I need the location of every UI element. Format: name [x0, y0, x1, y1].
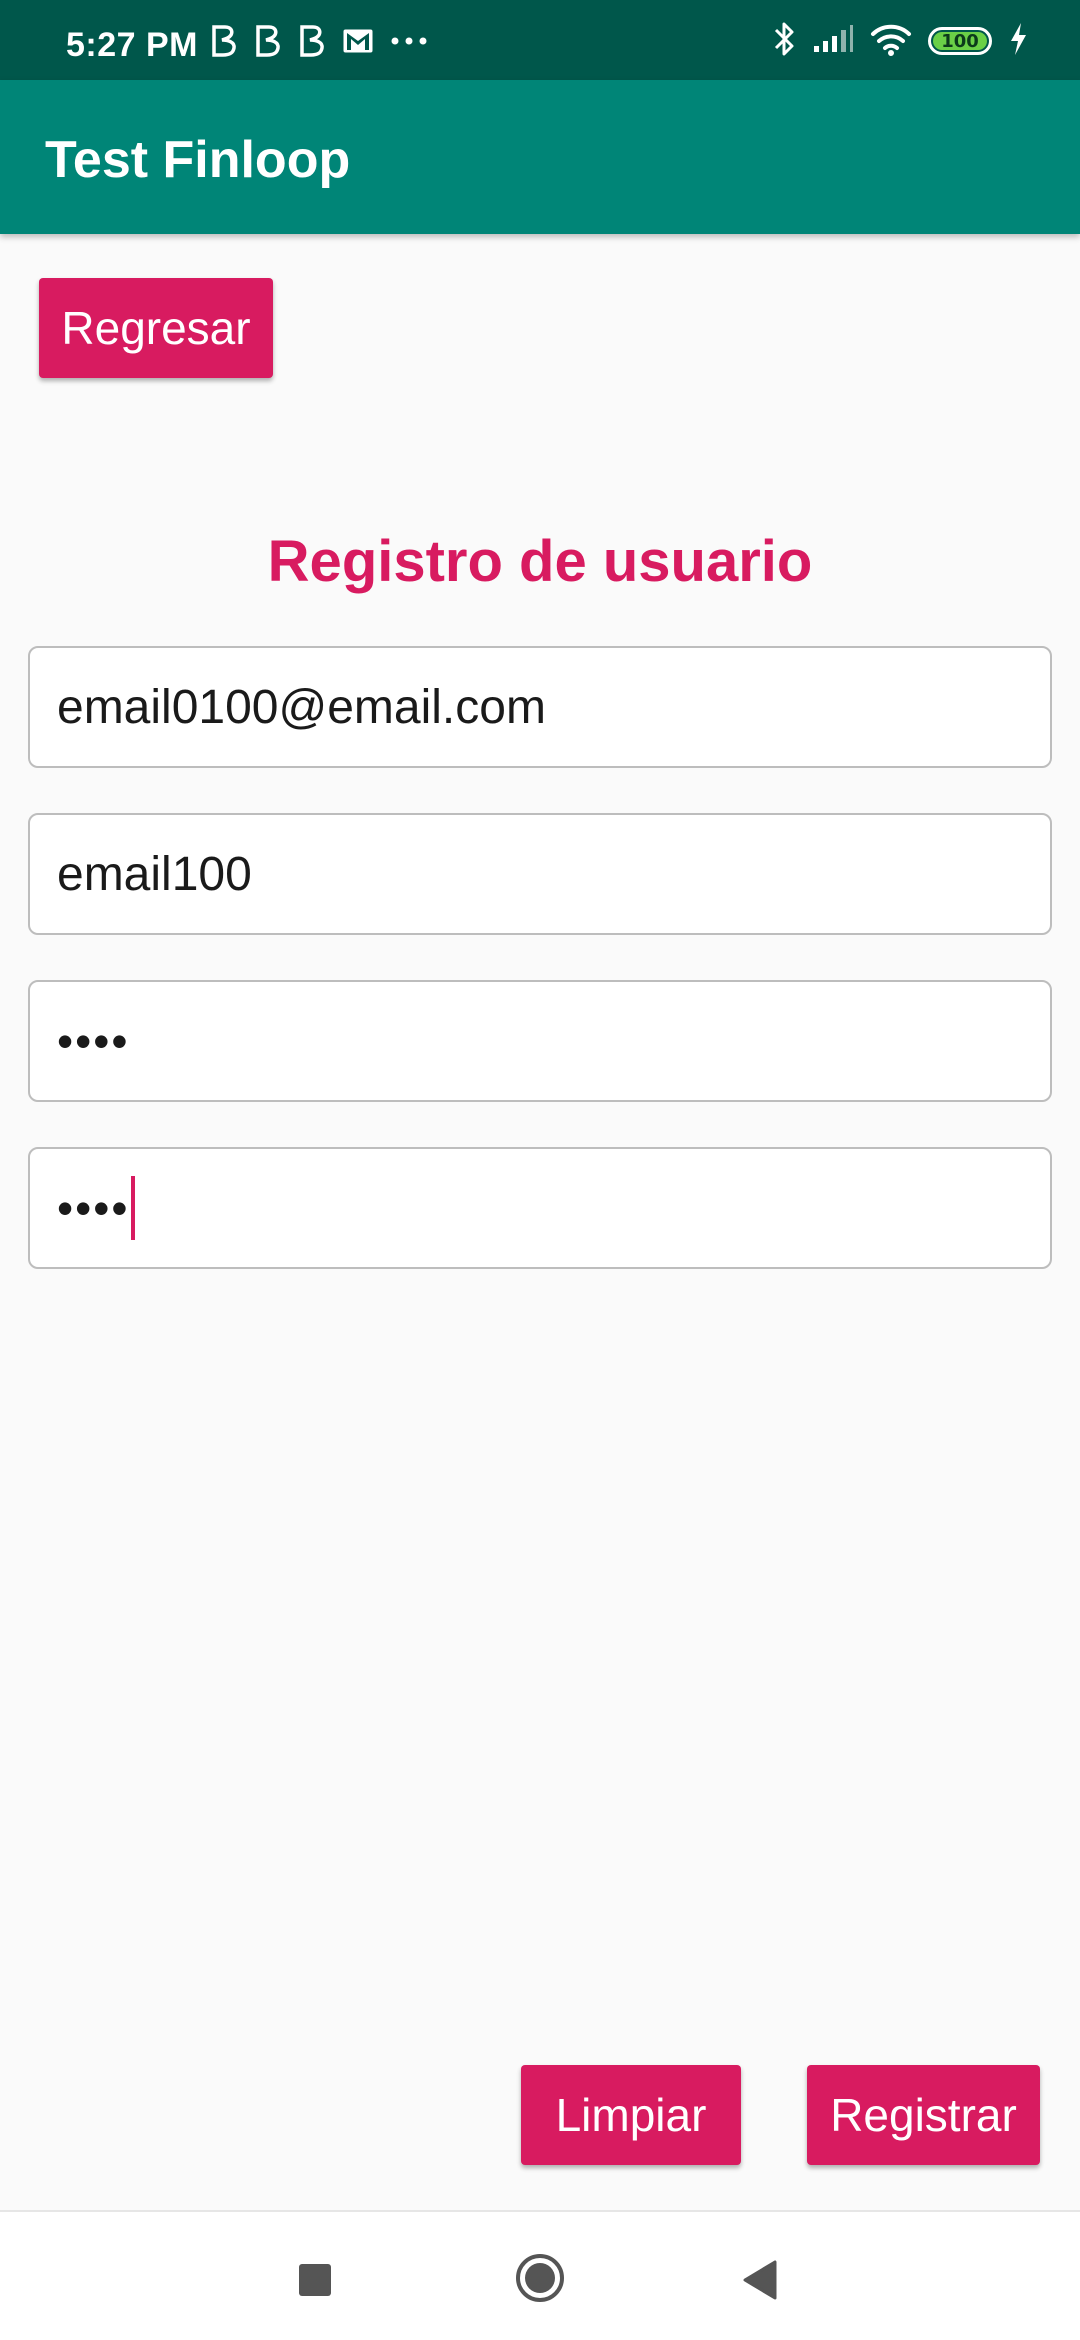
form-title: Registro de usuario	[267, 529, 813, 594]
notification-icons	[210, 18, 428, 64]
email-field-value: email0100@email.com	[57, 680, 546, 734]
wifi-icon	[870, 22, 912, 61]
b-icon	[298, 24, 326, 58]
status-time: 5:27 PM	[66, 26, 198, 64]
confirm-password-field[interactable]: ••••	[28, 1147, 1052, 1269]
password-field-value: ••••	[57, 1015, 130, 1067]
recent-apps-icon[interactable]	[299, 2264, 331, 2296]
bluetooth-icon	[772, 21, 796, 62]
text-cursor	[131, 1176, 136, 1240]
battery-level-text: 100	[941, 30, 979, 52]
navigation-bar	[0, 2210, 1080, 2340]
charging-bolt-icon	[1008, 22, 1028, 61]
system-status-icons: 100	[772, 18, 1028, 64]
home-icon[interactable]	[514, 2252, 566, 2304]
battery-icon: 100	[928, 27, 992, 55]
register-button[interactable]: Registrar	[807, 2065, 1040, 2165]
app-title: Test Finloop	[45, 131, 351, 189]
back-button[interactable]: Regresar	[39, 278, 273, 378]
username-field[interactable]: email100	[28, 813, 1052, 935]
b-icon	[210, 24, 238, 58]
app-bar: Test Finloop	[0, 80, 1080, 234]
status-bar: 5:27 PM 100	[0, 0, 1080, 80]
password-field[interactable]: ••••	[28, 980, 1052, 1102]
b-icon	[254, 24, 282, 58]
back-icon[interactable]	[741, 2260, 779, 2300]
confirm-password-field-value: ••••	[57, 1182, 130, 1234]
more-dots-icon	[390, 36, 428, 46]
cell-signal-icon	[812, 24, 854, 59]
email-field[interactable]: email0100@email.com	[28, 646, 1052, 768]
gmail-icon	[342, 28, 374, 54]
clear-button[interactable]: Limpiar	[521, 2065, 741, 2165]
username-field-value: email100	[57, 847, 252, 901]
